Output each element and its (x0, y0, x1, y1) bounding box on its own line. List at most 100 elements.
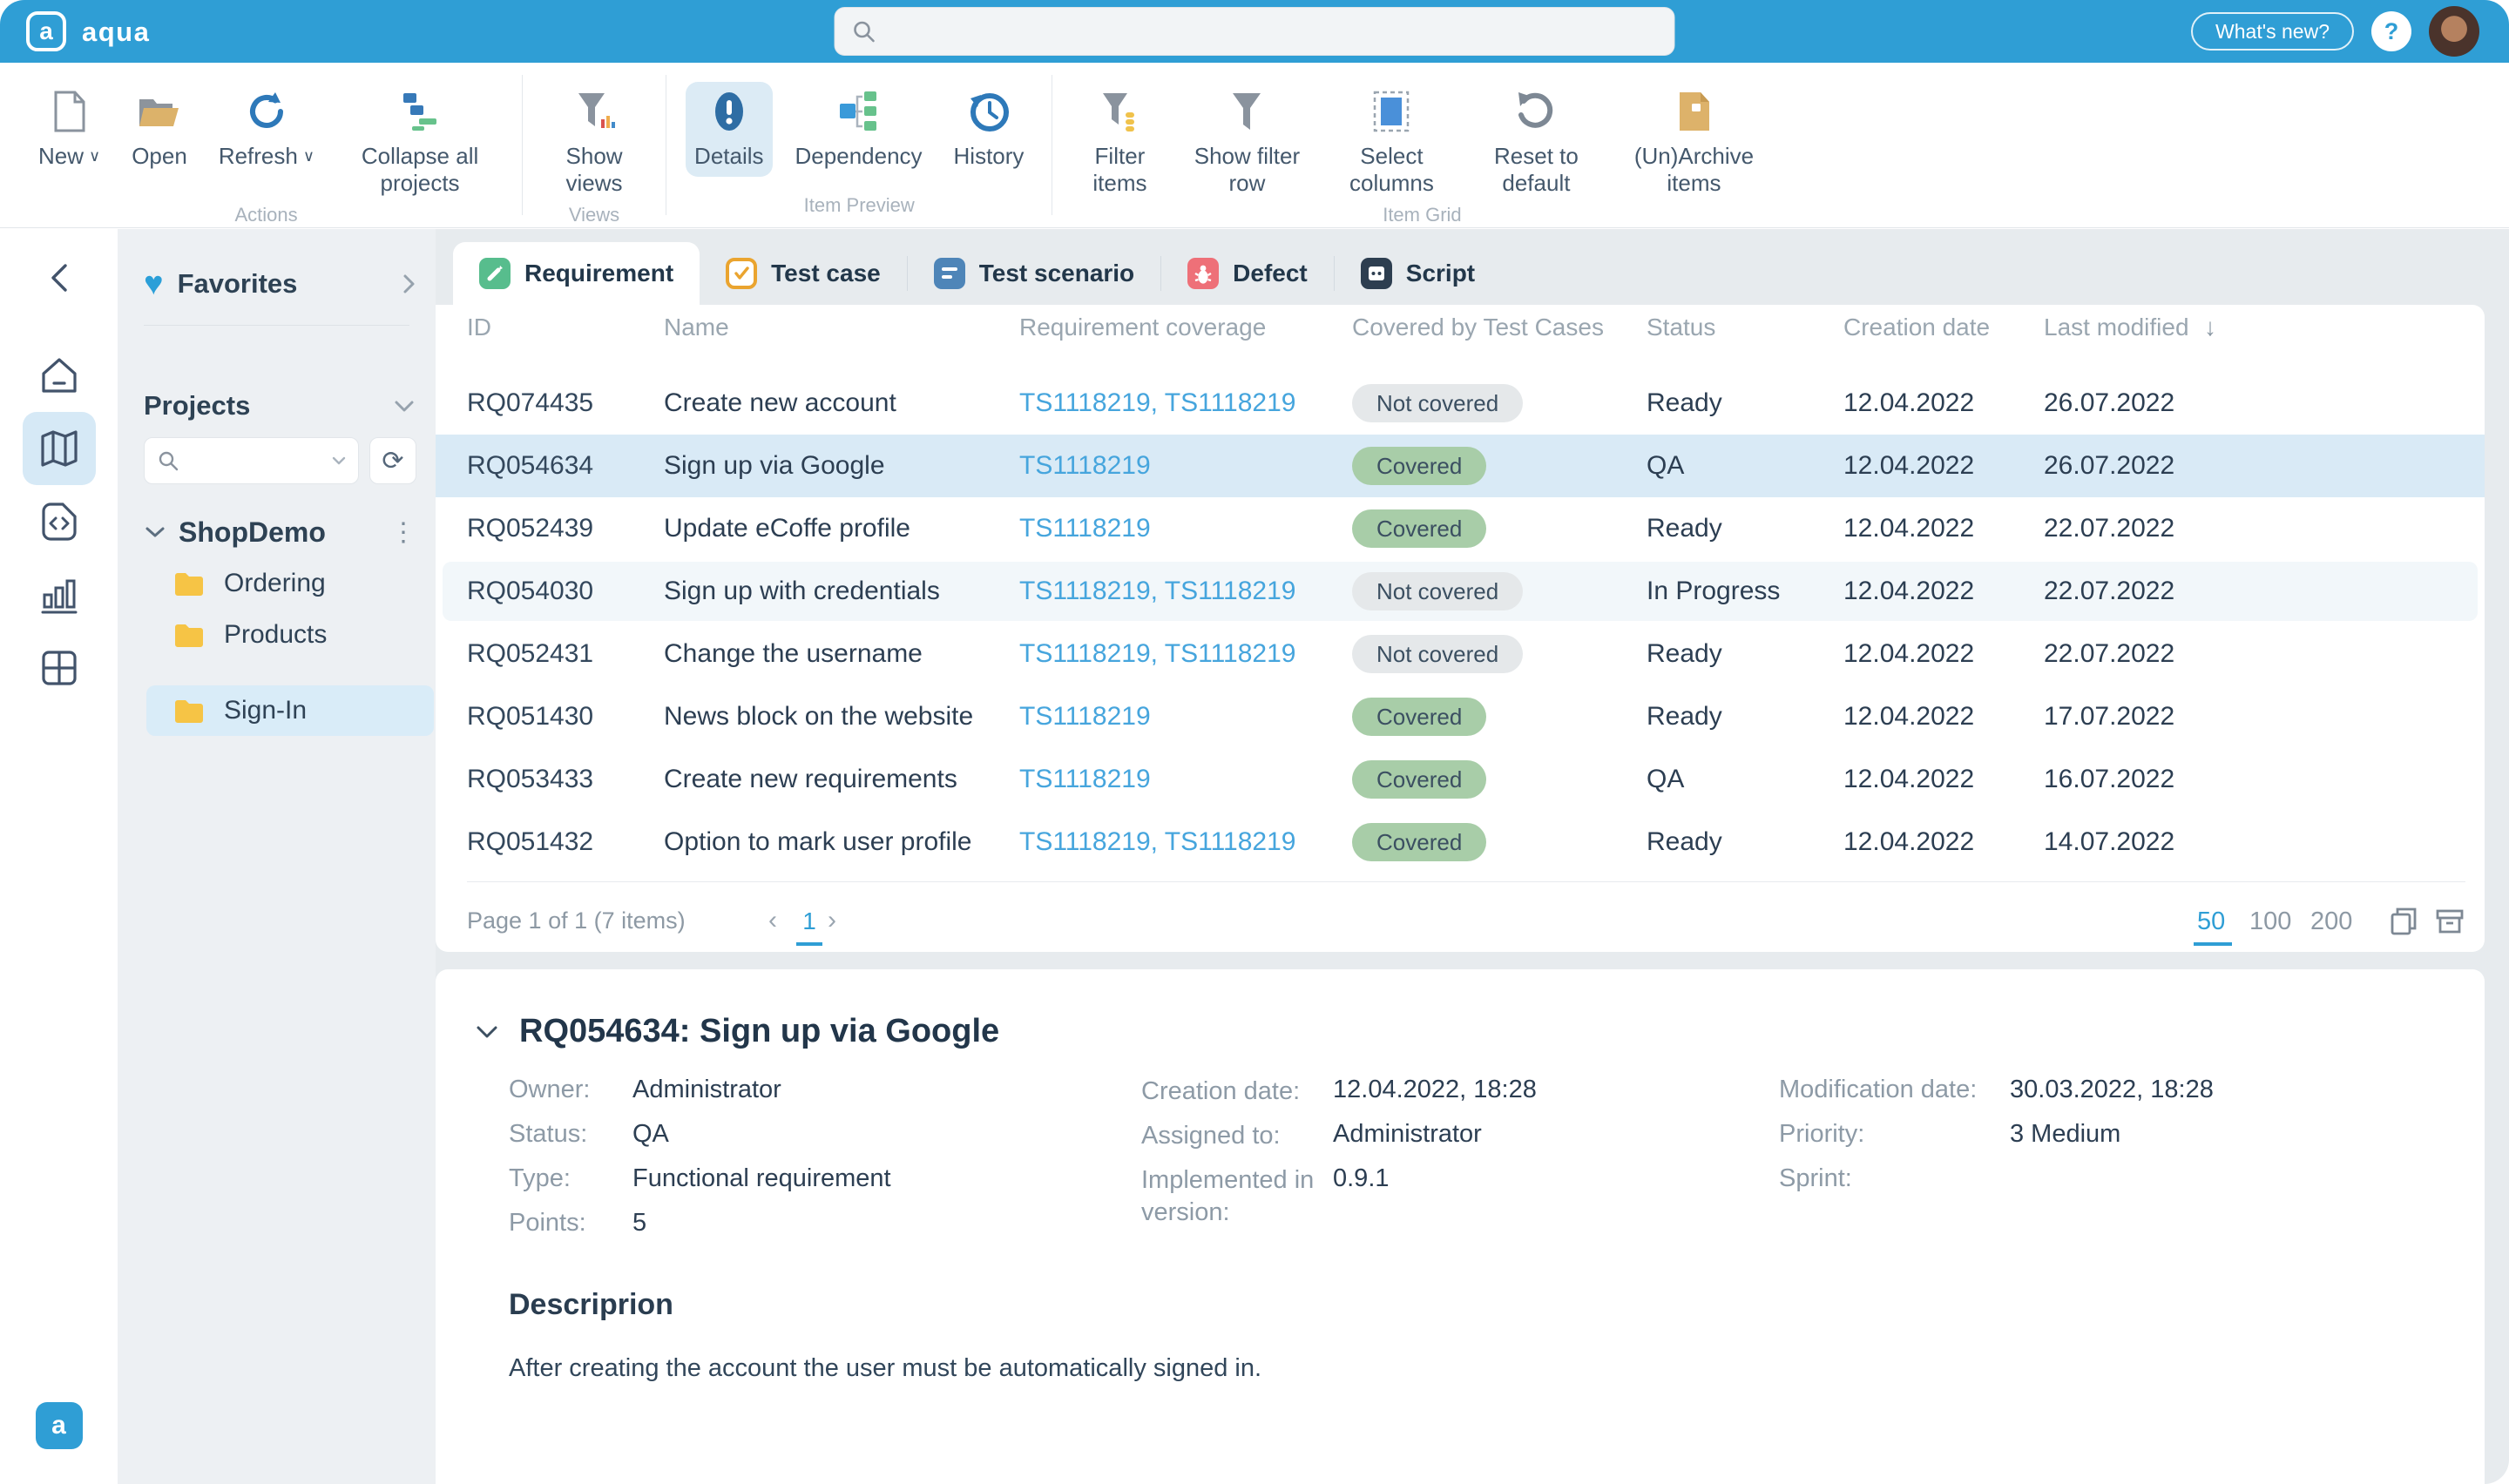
projects-nav-icon[interactable] (23, 412, 96, 485)
coverage-links[interactable]: TS1118219 (1019, 451, 1151, 481)
chevron-down-icon (330, 455, 348, 467)
next-page-button[interactable]: › (828, 906, 836, 935)
coverage-links[interactable]: TS1118219 (1019, 702, 1151, 732)
aqua-logo-bottom: a (36, 1402, 83, 1449)
ribbon-group-label: Item Preview (679, 194, 1039, 227)
home-nav-icon[interactable] (23, 339, 96, 412)
ribbon-group-actions: New∨ Open Refresh∨ (23, 63, 510, 227)
table-row[interactable]: RQ052439 Update eCoffe profile TS1118219… (436, 497, 2485, 560)
folder-item-products[interactable]: Products (144, 610, 416, 659)
details-button[interactable]: Details (686, 82, 772, 177)
show-views-button[interactable]: Show views (542, 82, 646, 204)
column-header-coverage[interactable]: Requirement coverage (1019, 305, 1266, 350)
page-size-100[interactable]: 100 (2249, 907, 2291, 936)
refresh-button[interactable]: Refresh∨ (210, 82, 323, 177)
page-size-50[interactable]: 50 (2197, 907, 2225, 936)
tree-project-row[interactable]: ShopDemo ⋮ (144, 508, 416, 556)
column-header-id[interactable]: ID (467, 305, 491, 350)
table-row[interactable]: RQ053433 Create new requirements TS11182… (436, 748, 2485, 811)
tab-defect[interactable]: Defect (1161, 242, 1334, 305)
project-sidebar: ♥ Favorites Projects ⟳ ShopDemo ⋮ (118, 229, 436, 1484)
icon-rail: a (0, 229, 118, 1484)
open-button[interactable]: Open (123, 82, 196, 177)
chevron-down-icon[interactable] (144, 525, 166, 539)
tab-requirement[interactable]: Requirement (453, 242, 700, 305)
table-row[interactable]: RQ052431 Change the username TS1118219, … (436, 623, 2485, 685)
page-size-200[interactable]: 200 (2310, 907, 2352, 936)
page-summary: Page 1 of 1 (7 items) (467, 907, 686, 934)
dependency-icon (836, 89, 882, 134)
show-filter-row-button[interactable]: Show filter row (1181, 82, 1312, 204)
coverage-badge: Covered (1352, 760, 1486, 799)
history-button[interactable]: History (945, 82, 1033, 177)
folder-item-sign-in[interactable]: Sign-In (144, 686, 416, 735)
coverage-links[interactable]: TS1118219, TS1118219 (1019, 827, 1295, 857)
tab-test-case[interactable]: Test case (700, 242, 907, 305)
folder-icon (173, 623, 205, 647)
archive-grid-icon[interactable] (2434, 906, 2465, 937)
table-row-hovered[interactable]: RQ054030 Sign up with credentials TS1118… (436, 560, 2485, 623)
tab-script[interactable]: Script (1335, 242, 1501, 305)
search-icon (157, 449, 179, 472)
coverage-badge: Covered (1352, 509, 1486, 548)
show-filter-row-icon (1227, 89, 1267, 134)
column-header-status[interactable]: Status (1647, 305, 1715, 350)
ribbon-group-views: Show views Views (535, 63, 653, 227)
tab-test-scenario[interactable]: Test scenario (908, 242, 1160, 305)
chevron-down-icon: ∨ (89, 147, 100, 165)
filter-items-button[interactable]: Filter items (1072, 82, 1167, 204)
collapse-sidebar-button[interactable] (23, 246, 96, 309)
global-search-input[interactable] (835, 7, 1675, 56)
select-columns-button[interactable]: Select columns (1326, 82, 1457, 204)
column-header-created[interactable]: Creation date (1843, 305, 1990, 350)
reset-to-default-button[interactable]: Reset to default (1471, 82, 1601, 204)
column-header-modified[interactable]: Last modified (2044, 305, 2189, 350)
dashboard-nav-icon[interactable] (23, 631, 96, 705)
coverage-links[interactable]: TS1118219 (1019, 765, 1151, 794)
new-button[interactable]: New∨ (30, 82, 109, 177)
search-icon (851, 18, 877, 44)
item-type-tabs: Requirement Test case Test scenario Defe… (436, 242, 2509, 305)
new-document-icon (51, 89, 89, 134)
chevron-down-icon (392, 398, 416, 414)
refresh-projects-button[interactable]: ⟳ (369, 437, 416, 484)
scripts-nav-icon[interactable] (23, 485, 96, 558)
coverage-links[interactable]: TS1118219, TS1118219 (1019, 577, 1295, 606)
table-row[interactable]: RQ051430 News block on the website TS111… (436, 685, 2485, 748)
table-row[interactable]: RQ051432 Option to mark user profile TS1… (436, 811, 2485, 874)
show-views-icon (573, 89, 615, 134)
collapse-all-projects-button[interactable]: Collapse all projects (337, 82, 503, 204)
aqua-logo-icon: a (26, 11, 66, 51)
coverage-links[interactable]: TS1118219 (1019, 514, 1151, 543)
project-search-input[interactable] (144, 437, 359, 484)
table-row[interactable]: RQ074435 Create new account TS1118219, T… (436, 372, 2485, 435)
test-scenario-icon (934, 258, 965, 289)
collapse-details-icon[interactable] (474, 1023, 500, 1041)
column-header-covered[interactable]: Covered by Test Cases (1352, 305, 1604, 350)
heart-icon: ♥ (144, 267, 164, 300)
page-number[interactable]: 1 (796, 907, 822, 935)
folder-item-ordering[interactable]: Ordering (144, 559, 416, 608)
column-header-name[interactable]: Name (664, 305, 729, 350)
item-details-panel: RQ054634: Sign up via Google Owner:Admin… (436, 969, 2485, 1484)
projects-section-header[interactable]: Projects (144, 381, 416, 430)
coverage-links[interactable]: TS1118219, TS1118219 (1019, 388, 1295, 418)
open-folder-icon (137, 89, 182, 134)
kebab-menu-icon[interactable]: ⋮ (390, 517, 416, 548)
folder-icon (173, 571, 205, 596)
unarchive-items-button[interactable]: (Un)Archive items (1615, 82, 1772, 204)
sort-descending-icon[interactable]: ↓ (2204, 305, 2216, 350)
favorites-row[interactable]: ♥ Favorites (144, 262, 416, 306)
user-avatar[interactable] (2429, 6, 2479, 57)
copy-grid-icon[interactable] (2389, 906, 2420, 937)
whats-new-button[interactable]: What's new? (2191, 12, 2354, 51)
pagination-divider (467, 881, 2465, 882)
coverage-badge: Covered (1352, 823, 1486, 861)
description-heading: Descriprion (509, 1288, 673, 1322)
coverage-links[interactable]: TS1118219, TS1118219 (1019, 639, 1295, 669)
prev-page-button[interactable]: ‹ (768, 906, 777, 935)
dependency-button[interactable]: Dependency (787, 82, 931, 177)
help-button[interactable]: ? (2371, 11, 2411, 51)
reports-nav-icon[interactable] (23, 558, 96, 631)
table-row-selected[interactable]: RQ054634 Sign up via Google TS1118219 Co… (436, 435, 2485, 497)
